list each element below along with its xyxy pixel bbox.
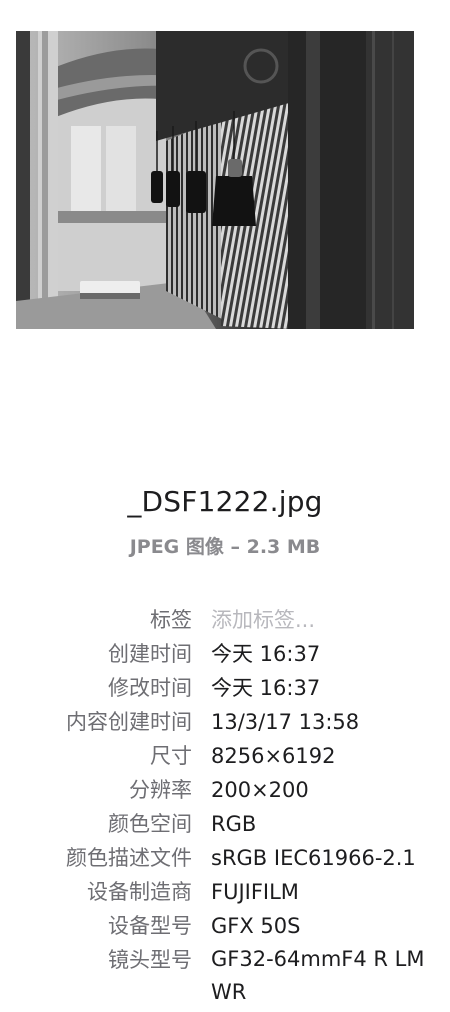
image-preview[interactable] — [16, 31, 414, 329]
modified-label: 修改时间 — [108, 676, 192, 700]
dimensions-label: 尺寸 — [150, 744, 192, 768]
content-created-value: 13/3/17 13:58 — [211, 710, 360, 734]
modified-value: 今天 16:37 — [211, 676, 321, 700]
photo-thumbnail — [16, 31, 414, 329]
info-row-resolution: 分辨率 200×200 — [0, 773, 450, 807]
color-profile-label: 颜色描述文件 — [66, 846, 192, 870]
file-kind-size: JPEG 图像 – 2.3 MB — [129, 536, 321, 558]
color-profile-value: sRGB IEC61966-2.1 — [211, 846, 416, 870]
file-name: _DSF1222.jpg — [127, 485, 323, 518]
resolution-value: 200×200 — [211, 778, 309, 802]
tags-label: 标签 — [150, 608, 192, 632]
device-make-label: 设备制造商 — [87, 880, 192, 904]
device-model-value: GFX 50S — [211, 914, 301, 938]
lens-model-label: 镜头型号 — [108, 948, 192, 972]
content-created-label: 内容创建时间 — [66, 710, 192, 734]
info-row-color-profile: 颜色描述文件 sRGB IEC61966-2.1 — [0, 841, 450, 875]
info-row-dimensions: 尺寸 8256×6192 — [0, 739, 450, 773]
created-label: 创建时间 — [108, 642, 192, 666]
created-value: 今天 16:37 — [211, 642, 321, 666]
device-make-value: FUJIFILM — [211, 880, 299, 904]
lens-model-value: GF32-64mmF4 R LM WR — [211, 947, 425, 1004]
info-row-tags: 标签 添加标签... — [0, 603, 450, 637]
color-space-value: RGB — [211, 812, 257, 836]
info-row-modified: 修改时间 今天 16:37 — [0, 671, 450, 705]
add-tags-field[interactable]: 添加标签... — [211, 603, 439, 637]
info-row-lens-model: 镜头型号 GF32-64mmF4 R LM WR — [0, 943, 450, 1009]
info-row-created: 创建时间 今天 16:37 — [0, 637, 450, 671]
color-space-label: 颜色空间 — [108, 812, 192, 836]
resolution-label: 分辨率 — [129, 778, 192, 802]
device-model-label: 设备型号 — [108, 914, 192, 938]
info-row-color-space: 颜色空间 RGB — [0, 807, 450, 841]
info-row-device-model: 设备型号 GFX 50S — [0, 909, 450, 943]
info-row-device-make: 设备制造商 FUJIFILM — [0, 875, 450, 909]
dimensions-value: 8256×6192 — [211, 744, 336, 768]
info-panel: 标签 添加标签... 创建时间 今天 16:37 修改时间 今天 16:37 内… — [0, 603, 450, 1009]
info-row-content-created: 内容创建时间 13/3/17 13:58 — [0, 705, 450, 739]
